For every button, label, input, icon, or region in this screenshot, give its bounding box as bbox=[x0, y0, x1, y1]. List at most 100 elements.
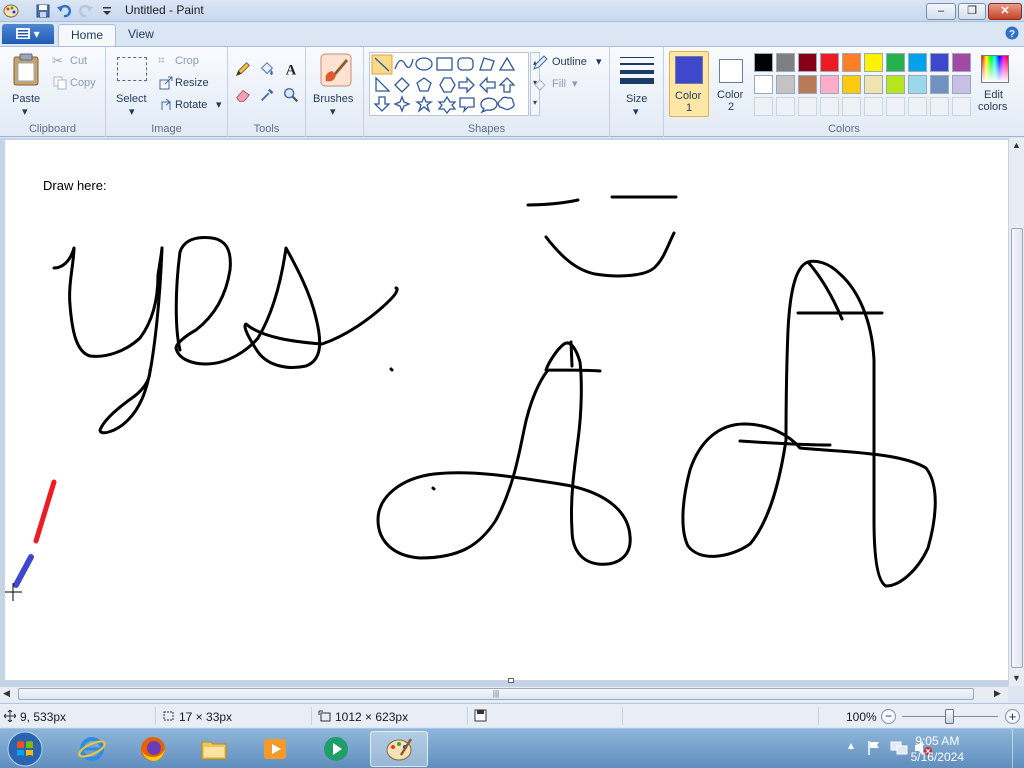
shapes-gallery-icons bbox=[371, 54, 516, 115]
vertical-scroll-thumb[interactable] bbox=[1011, 228, 1023, 668]
resize-button[interactable]: Resize bbox=[158, 75, 224, 93]
custom-color-slot[interactable] bbox=[820, 97, 839, 116]
color2-button[interactable]: Color 2 bbox=[711, 51, 751, 117]
brushes-dropdown-arrow[interactable]: ▾ bbox=[330, 105, 336, 118]
paint-app-icon[interactable] bbox=[3, 3, 19, 19]
minimize-button[interactable]: – bbox=[926, 3, 956, 20]
canvas-resize-handle[interactable] bbox=[508, 678, 514, 683]
scroll-left-arrow[interactable]: ◀ bbox=[3, 688, 10, 699]
taskbar-media-center[interactable] bbox=[310, 731, 360, 767]
network-icon[interactable] bbox=[890, 740, 908, 756]
palette-swatch[interactable] bbox=[930, 53, 949, 72]
zoom-slider-thumb[interactable] bbox=[945, 709, 954, 724]
eraser-icon[interactable] bbox=[233, 85, 253, 105]
save-icon[interactable] bbox=[35, 3, 51, 19]
select-dropdown-arrow[interactable]: ▾ bbox=[129, 105, 135, 118]
cut-button[interactable]: ✂ Cut bbox=[52, 53, 102, 71]
undo-icon[interactable] bbox=[56, 3, 72, 19]
custom-color-slot[interactable] bbox=[930, 97, 949, 116]
taskbar-firefox[interactable] bbox=[127, 731, 177, 767]
ribbon: Paste ▾ ✂ Cut Copy Clipboard Select ▾ ⌗ … bbox=[0, 46, 1024, 137]
palette-swatch[interactable] bbox=[952, 75, 971, 94]
horizontal-scrollbar[interactable]: ◀ ||| ▶ bbox=[0, 686, 1008, 702]
scroll-down-arrow[interactable]: ▼ bbox=[1012, 673, 1021, 683]
disk-size-icon bbox=[474, 709, 487, 722]
outline-button[interactable]: Outline ▾ bbox=[532, 54, 604, 72]
palette-swatch[interactable] bbox=[886, 53, 905, 72]
color1-button[interactable]: Color 1 bbox=[669, 51, 709, 117]
palette-swatch[interactable] bbox=[952, 53, 971, 72]
rotate-button[interactable]: Rotate ▾ bbox=[158, 97, 224, 115]
palette-swatch[interactable] bbox=[886, 75, 905, 94]
palette-swatch[interactable] bbox=[864, 53, 883, 72]
zoom-out-button[interactable]: − bbox=[881, 709, 896, 724]
scroll-up-arrow[interactable]: ▲ bbox=[1012, 140, 1021, 150]
show-hidden-icons-arrow[interactable]: ▲ bbox=[846, 741, 856, 752]
fill-dropdown-arrow[interactable]: ▾ bbox=[572, 77, 578, 90]
custom-color-slot[interactable] bbox=[776, 97, 795, 116]
custom-color-slot[interactable] bbox=[842, 97, 861, 116]
customize-toolbar-icon[interactable] bbox=[99, 3, 115, 19]
fill-button[interactable]: Fill ▾ bbox=[532, 76, 604, 94]
magnifier-icon[interactable] bbox=[281, 85, 301, 105]
paint-menu-button[interactable]: ▾ bbox=[2, 24, 54, 44]
vertical-scrollbar[interactable]: ▲ ▼ bbox=[1008, 138, 1024, 686]
custom-color-slot[interactable] bbox=[908, 97, 927, 116]
action-center-flag-icon[interactable] bbox=[866, 740, 882, 756]
copy-label: Copy bbox=[70, 77, 96, 89]
color-picker-icon[interactable] bbox=[257, 85, 277, 105]
palette-swatch[interactable] bbox=[908, 75, 927, 94]
palette-swatch[interactable] bbox=[754, 75, 773, 94]
edit-colors-button[interactable]: Edit colors bbox=[974, 51, 1016, 117]
rotate-dropdown-arrow[interactable]: ▾ bbox=[216, 98, 222, 111]
palette-swatch[interactable] bbox=[820, 75, 839, 94]
taskbar-paint[interactable] bbox=[370, 731, 428, 767]
taskbar-file-explorer[interactable] bbox=[188, 731, 238, 767]
size-dropdown-arrow[interactable]: ▾ bbox=[633, 105, 639, 118]
palette-swatch[interactable] bbox=[798, 53, 817, 72]
taskbar-internet-explorer[interactable] bbox=[66, 731, 116, 767]
system-clock[interactable]: 9:05 AM 5/16/2024 bbox=[911, 733, 964, 765]
zoom-in-button[interactable]: + bbox=[1005, 709, 1020, 724]
custom-color-slot[interactable] bbox=[798, 97, 817, 116]
redo-icon[interactable] bbox=[78, 3, 94, 19]
start-button[interactable] bbox=[6, 730, 44, 768]
palette-swatch[interactable] bbox=[842, 75, 861, 94]
outline-dropdown-arrow[interactable]: ▾ bbox=[596, 55, 602, 68]
palette-swatch[interactable] bbox=[776, 75, 795, 94]
text-tool-icon[interactable]: A bbox=[281, 59, 301, 79]
drawing-canvas[interactable]: Draw here: bbox=[5, 140, 1008, 683]
size-button[interactable]: Size ▾ bbox=[616, 51, 658, 118]
custom-color-slot[interactable] bbox=[886, 97, 905, 116]
fill-bucket-icon[interactable] bbox=[257, 59, 277, 79]
help-icon[interactable]: ? bbox=[1005, 26, 1019, 40]
palette-swatch[interactable] bbox=[864, 75, 883, 94]
palette-swatch[interactable] bbox=[930, 75, 949, 94]
custom-color-slot[interactable] bbox=[754, 97, 773, 116]
show-desktop-button[interactable] bbox=[1012, 729, 1024, 768]
palette-swatch[interactable] bbox=[776, 53, 795, 72]
select-button[interactable]: Select ▾ bbox=[112, 51, 152, 118]
taskbar-media-player[interactable] bbox=[249, 731, 299, 767]
paste-button[interactable]: Paste ▾ bbox=[6, 51, 46, 118]
custom-color-slot[interactable] bbox=[952, 97, 971, 116]
crop-button[interactable]: ⌗ Crop bbox=[158, 53, 224, 71]
palette-swatch[interactable] bbox=[908, 53, 927, 72]
scroll-right-arrow[interactable]: ▶ bbox=[994, 688, 1001, 699]
tab-view[interactable]: View bbox=[116, 24, 166, 46]
shapes-gallery[interactable] bbox=[369, 52, 529, 116]
custom-color-slot[interactable] bbox=[864, 97, 883, 116]
paste-dropdown-arrow[interactable]: ▾ bbox=[22, 105, 28, 118]
palette-swatch[interactable] bbox=[754, 53, 773, 72]
palette-swatch[interactable] bbox=[798, 75, 817, 94]
maximize-button[interactable]: ❐ bbox=[958, 3, 986, 20]
tab-home[interactable]: Home bbox=[58, 24, 117, 46]
palette-swatch[interactable] bbox=[842, 53, 861, 72]
pencil-icon[interactable] bbox=[233, 59, 253, 79]
palette-swatch[interactable] bbox=[820, 53, 839, 72]
brushes-button[interactable]: Brushes ▾ bbox=[310, 51, 360, 118]
horizontal-scroll-thumb[interactable]: ||| bbox=[18, 688, 974, 700]
close-button[interactable]: ✕ bbox=[988, 3, 1022, 20]
rotate-label: Rotate bbox=[175, 99, 208, 111]
copy-button[interactable]: Copy bbox=[52, 75, 102, 93]
